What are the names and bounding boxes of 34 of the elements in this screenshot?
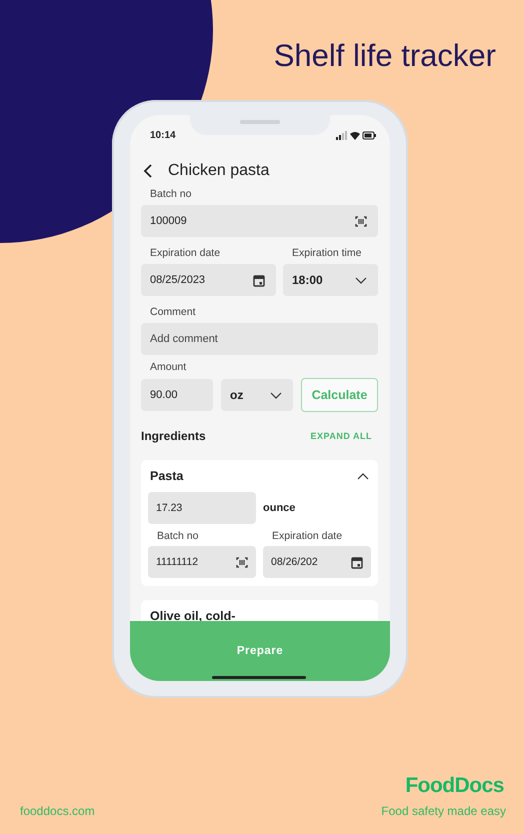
date-field[interactable]: 08/26/202 [263, 546, 371, 578]
calendar-icon[interactable] [351, 556, 363, 568]
ingredient-name: Pasta [150, 469, 184, 483]
field-label: Expiration time [291, 247, 362, 260]
amount-field[interactable]: 17.23 [148, 492, 256, 524]
status-icons [336, 130, 376, 140]
amount-field[interactable]: 90.00 [141, 379, 213, 411]
field-label: Amount [149, 361, 188, 374]
scan-icon[interactable] [236, 556, 248, 568]
ingredient-name: Olive oil, cold- [150, 609, 236, 623]
time-dropdown[interactable]: 18:00 [283, 264, 378, 296]
tagline: Food safety made easy [381, 804, 506, 818]
status-time: 10:14 [150, 130, 176, 140]
chevron-up-icon[interactable] [357, 472, 369, 480]
batch-field[interactable]: 11111112 [148, 546, 256, 578]
back-icon[interactable] [143, 164, 152, 178]
calendar-icon[interactable] [253, 274, 265, 286]
batch-field[interactable]: 100009 [141, 205, 378, 237]
brand-logo: FoodDocs [405, 774, 504, 798]
field-label: Expiration date [149, 247, 222, 260]
unit-dropdown[interactable]: oz [221, 379, 293, 411]
scan-icon[interactable] [355, 216, 367, 226]
field-label: Batch no [149, 188, 192, 201]
field-label: Batch no [156, 530, 200, 543]
unit-text: ounce [263, 502, 296, 514]
field-label: Expiration date [271, 530, 344, 543]
headline: Shelf life tracker [274, 38, 496, 74]
chevron-down-icon [355, 276, 367, 284]
field-label: Comment [149, 306, 197, 319]
screen-title: Chicken pasta [168, 162, 270, 180]
date-field[interactable]: 08/25/2023 [141, 264, 276, 296]
comment-field[interactable]: Add comment [141, 323, 378, 355]
chevron-down-icon [270, 392, 282, 398]
section-title: Ingredients [141, 429, 206, 443]
